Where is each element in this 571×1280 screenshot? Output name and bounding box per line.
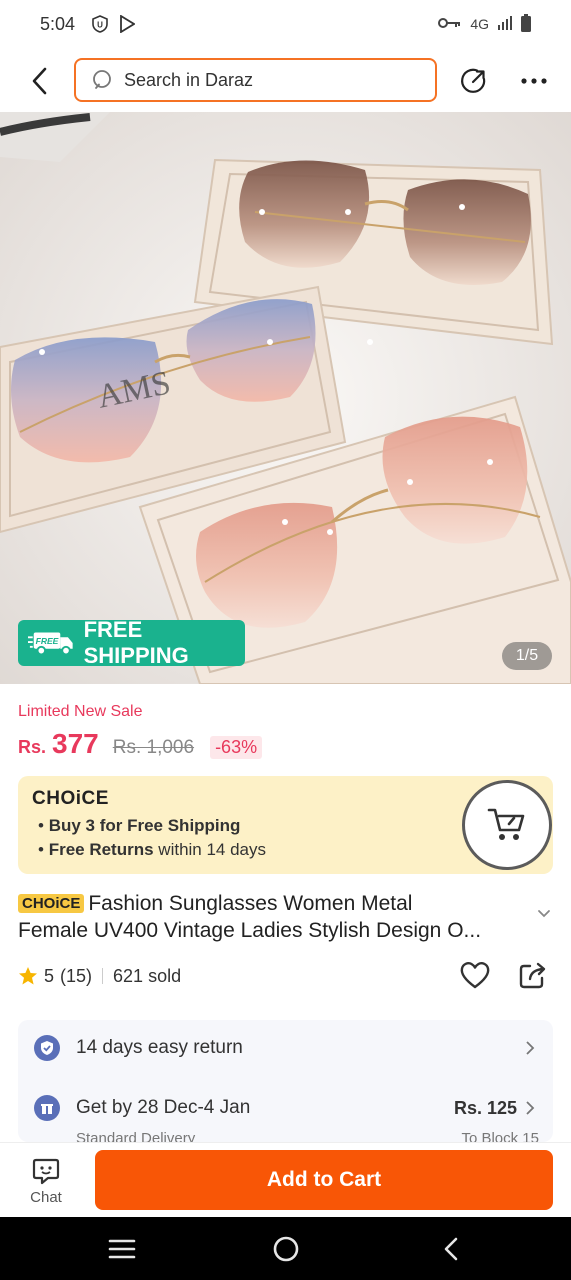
truck-icon: FREE <box>28 632 73 656</box>
home-button[interactable] <box>271 1235 301 1263</box>
share-button[interactable] <box>456 63 492 99</box>
wishlist-button[interactable] <box>458 958 492 992</box>
choice-cart-button[interactable] <box>462 780 552 870</box>
system-nav-bar <box>0 1217 571 1280</box>
star-icon <box>19 967 37 985</box>
delivery-price: Rs. 125 <box>453 1097 517 1118</box>
choice-promo-box[interactable]: CHOiCE • Buy 3 for Free Shipping • Free … <box>18 776 553 874</box>
return-policy-row[interactable]: 14 days easy return <box>18 1028 553 1068</box>
key-icon <box>438 16 462 32</box>
product-title-line1: Fashion Sunglasses Women Metal <box>88 892 413 915</box>
choice-benefit-1: • Buy 3 for Free Shipping <box>38 816 241 835</box>
choice-benefit-2-bold: Free Returns <box>48 840 154 859</box>
chevron-left-icon <box>444 1237 458 1261</box>
delivery-row[interactable]: Get by 28 Dec-4 Jan Rs. 125 <box>18 1088 553 1128</box>
price-row: Rs. 377 Rs. 1,006 -63% <box>18 728 263 764</box>
sale-label: Limited New Sale <box>18 703 143 720</box>
chevron-down-icon[interactable] <box>536 906 552 922</box>
shield-check-icon <box>34 1035 60 1061</box>
product-photo: AMS <box>0 112 571 684</box>
image-counter: 1/5 <box>502 642 552 670</box>
product-title-line2: Female UV400 Vintage Ladies Stylish Desi… <box>18 919 482 942</box>
share-icon <box>461 68 486 93</box>
status-time: 5:04 <box>40 13 76 34</box>
free-shipping-badge: FREE FREE SHIPPING <box>18 617 245 668</box>
search-input[interactable]: Search in Daraz <box>74 58 437 102</box>
back-button[interactable] <box>22 62 56 100</box>
share-product-button[interactable] <box>516 958 550 992</box>
sold-count: 621 sold <box>113 965 182 986</box>
rating-divider <box>102 968 104 984</box>
chevron-left-icon <box>32 67 47 95</box>
chat-label: Chat <box>30 1189 62 1206</box>
top-header: Search in Daraz <box>0 50 571 112</box>
rating-count: (15) <box>60 965 93 986</box>
chevron-right-icon <box>526 1101 535 1115</box>
return-policy-arrow <box>525 1040 535 1056</box>
delivery-icon <box>34 1095 60 1121</box>
system-back-button[interactable] <box>436 1235 466 1263</box>
price-currency: Rs. <box>18 737 47 757</box>
menu-icon <box>108 1239 136 1259</box>
truck-free-text: FREE <box>36 636 59 646</box>
rating-score: 5 <box>44 965 55 986</box>
delivery-date-text: Get by 28 Dec-4 Jan <box>76 1097 251 1118</box>
chat-icon <box>32 1158 60 1185</box>
rating-row[interactable]: 5 (15) 621 sold <box>18 963 181 989</box>
add-to-cart-button[interactable]: Add to Cart <box>95 1150 553 1210</box>
status-bar: 5:04 U 4G <box>0 0 571 48</box>
choice-benefit-2-rest: within 14 days <box>153 840 267 859</box>
return-policy-text: 14 days easy return <box>76 1037 243 1058</box>
home-circle-icon <box>273 1236 299 1262</box>
search-placeholder: Search in Daraz <box>124 69 254 90</box>
delivery-type: Standard Delivery <box>76 1130 196 1142</box>
more-horizontal-icon <box>521 78 547 84</box>
heart-icon <box>460 962 490 989</box>
signal-icon <box>497 15 513 34</box>
battery-icon <box>521 13 531 35</box>
bottom-action-bar: Chat Add to Cart <box>0 1142 571 1216</box>
price-current: 377 <box>52 728 99 759</box>
product-image-carousel[interactable]: AMS <box>0 112 571 684</box>
discount-badge: -63% <box>210 736 263 759</box>
more-options-button[interactable] <box>516 63 552 99</box>
search-icon <box>93 70 111 89</box>
choice-badge: CHOiCE <box>18 894 85 913</box>
chevron-right-icon <box>526 1041 535 1055</box>
choice-logo: CHOiCE <box>32 788 109 809</box>
svg-text:U: U <box>97 21 103 30</box>
service-info-card: 14 days easy return Get by 28 Dec-4 Jan … <box>18 1020 553 1142</box>
delivery-price-group: Rs. 125 <box>454 1098 535 1119</box>
delivery-location: To Block 15 <box>461 1130 539 1142</box>
vpn-icon: U <box>91 15 109 33</box>
product-title: CHOiCE Fashion Sunglasses Women Metal Fem… <box>18 890 530 944</box>
choice-benefit-2: • Free Returns within 14 days <box>38 840 267 859</box>
choice-benefit-1-text: Buy 3 for Free Shipping <box>48 816 241 835</box>
price-original: Rs. 1,006 <box>112 737 195 758</box>
free-shipping-text: FREE SHIPPING <box>83 617 189 668</box>
recent-apps-button[interactable] <box>107 1235 137 1263</box>
cart-icon <box>487 808 525 840</box>
share-icon <box>519 962 546 989</box>
play-store-icon <box>119 15 136 33</box>
chat-button[interactable]: Chat <box>22 1157 70 1211</box>
network-label: 4G <box>470 16 489 32</box>
